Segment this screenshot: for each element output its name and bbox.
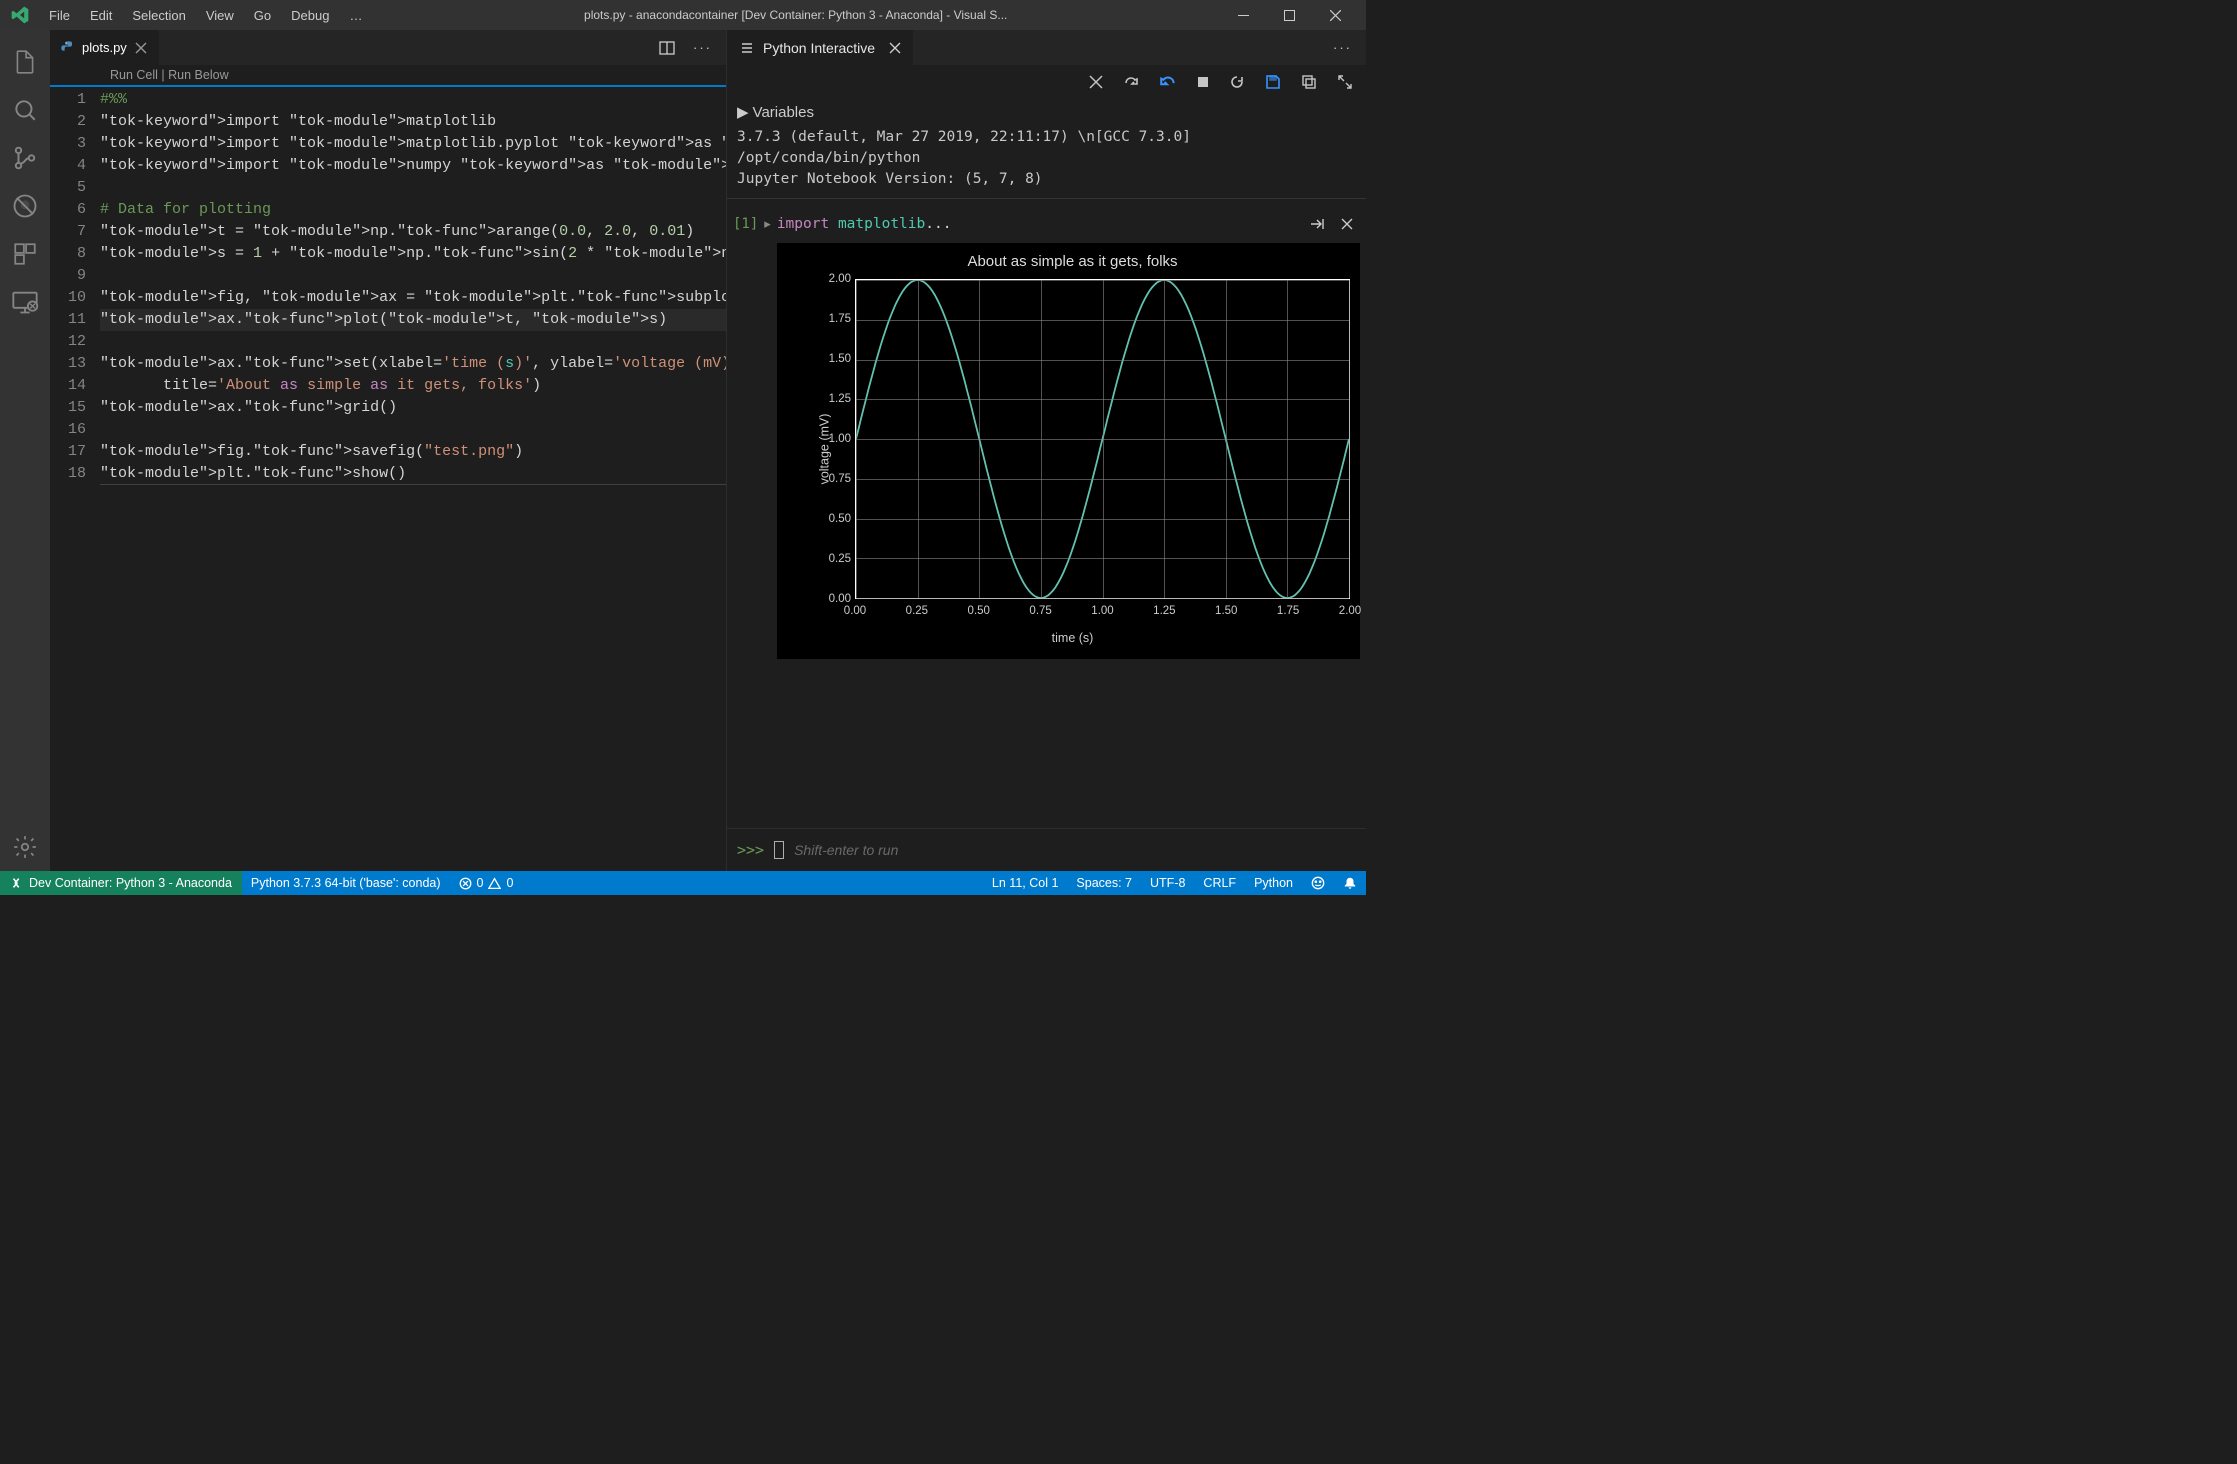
stop-icon[interactable]	[1194, 73, 1212, 91]
menu-file[interactable]: File	[40, 4, 79, 27]
more-actions-icon[interactable]: ···	[1329, 36, 1356, 59]
cell-output: About as simple as it gets, folks voltag…	[777, 243, 1360, 659]
chevron-right-icon[interactable]: ▸	[764, 216, 771, 232]
problems-status[interactable]: 0 0	[450, 871, 523, 895]
plot-xlabel: time (s)	[1052, 631, 1094, 645]
window-title: plots.py - anacondacontainer [Dev Contai…	[371, 8, 1220, 22]
tab-label: Python Interactive	[763, 40, 875, 56]
python-file-icon	[60, 40, 76, 56]
close-icon[interactable]	[133, 40, 149, 56]
menu-edit[interactable]: Edit	[81, 4, 121, 27]
interactive-tabs: Python Interactive ···	[727, 30, 1366, 65]
cell-code-preview[interactable]: import matplotlib...	[777, 216, 952, 232]
source-control-icon[interactable]	[0, 134, 50, 182]
window-controls	[1220, 0, 1358, 30]
interactive-input[interactable]: >>> Shift-enter to run	[727, 828, 1366, 871]
code-content[interactable]: #%%"tok-keyword">import "tok-module">mat…	[100, 87, 726, 871]
vscode-logo-icon	[8, 3, 32, 27]
y-axis: 0.000.250.500.751.001.251.501.752.00	[815, 279, 855, 599]
undo-icon[interactable]	[1156, 70, 1180, 94]
feedback-icon[interactable]	[1302, 871, 1334, 895]
activity-bar	[0, 30, 50, 871]
plot-area	[855, 279, 1350, 599]
menu-overflow[interactable]: …	[340, 4, 371, 27]
settings-gear-icon[interactable]	[0, 823, 50, 871]
python-interactive-tab[interactable]: Python Interactive	[727, 30, 913, 65]
codelens-bar: Run Cell | Run Below	[50, 65, 726, 87]
interactive-toolbar	[727, 65, 1366, 99]
env-line: Jupyter Notebook Version: (5, 7, 8)	[737, 169, 1356, 190]
debug-icon[interactable]	[0, 182, 50, 230]
expand-icon[interactable]	[1334, 71, 1356, 93]
list-icon	[739, 40, 755, 56]
input-cursor	[774, 841, 784, 859]
notifications-icon[interactable]	[1334, 871, 1366, 895]
encoding-status[interactable]: UTF-8	[1141, 871, 1194, 895]
python-env-status[interactable]: Python 3.7.3 64-bit ('base': conda)	[242, 871, 450, 895]
menu-selection[interactable]: Selection	[123, 4, 194, 27]
env-line: 3.7.3 (default, Mar 27 2019, 22:11:17) \…	[737, 127, 1356, 148]
cell-index: [1]	[733, 216, 758, 232]
eol-status[interactable]: CRLF	[1194, 871, 1245, 895]
restart-icon[interactable]	[1226, 71, 1248, 93]
tab-label: plots.py	[82, 40, 127, 55]
search-icon[interactable]	[0, 86, 50, 134]
cell-header: [1] ▸ import matplotlib...	[733, 213, 1360, 243]
indentation-status[interactable]: Spaces: 7	[1067, 871, 1141, 895]
delete-cell-icon[interactable]	[1338, 213, 1356, 235]
maximize-button[interactable]	[1266, 0, 1312, 30]
extensions-icon[interactable]	[0, 230, 50, 278]
remote-indicator[interactable]: Dev Container: Python 3 - Anaconda	[0, 871, 242, 895]
language-mode-status[interactable]: Python	[1245, 871, 1302, 895]
cursor-position-status[interactable]: Ln 11, Col 1	[983, 871, 1067, 895]
line-number-gutter: 123456789101112131415161718	[50, 87, 100, 871]
more-actions-icon[interactable]: ···	[689, 36, 716, 60]
clear-icon[interactable]	[1086, 72, 1106, 92]
env-line: /opt/conda/bin/python	[737, 148, 1356, 169]
export-icon[interactable]	[1298, 71, 1320, 93]
explorer-icon[interactable]	[0, 38, 50, 86]
menu-debug[interactable]: Debug	[282, 4, 338, 27]
plot-figure: About as simple as it gets, folks voltag…	[785, 249, 1360, 649]
input-prompt: >>>	[737, 841, 764, 859]
menu-view[interactable]: View	[197, 4, 243, 27]
close-icon[interactable]	[889, 42, 901, 54]
status-bar: Dev Container: Python 3 - Anaconda Pytho…	[0, 871, 1366, 895]
split-editor-icon[interactable]	[655, 36, 679, 60]
menu-go[interactable]: Go	[245, 4, 280, 27]
main-area: plots.py ··· Run Cell | Run Below 123456…	[0, 30, 1366, 871]
save-icon[interactable]	[1262, 71, 1284, 93]
variables-header[interactable]: ▶ Variables	[727, 99, 1366, 125]
remote-explorer-icon[interactable]	[0, 278, 50, 326]
editor-group: plots.py ··· Run Cell | Run Below 123456…	[50, 30, 726, 871]
editor-tabs: plots.py ···	[50, 30, 726, 65]
minimize-button[interactable]	[1220, 0, 1266, 30]
code-editor[interactable]: 123456789101112131415161718 #%%"tok-keyw…	[50, 87, 726, 871]
run-cell-link[interactable]: Run Cell	[110, 68, 158, 82]
titlebar: File Edit Selection View Go Debug … plot…	[0, 0, 1366, 30]
input-placeholder: Shift-enter to run	[794, 842, 898, 858]
x-axis: 0.000.250.500.751.001.251.501.752.00	[855, 603, 1350, 623]
menu-bar: File Edit Selection View Go Debug …	[40, 4, 371, 27]
plot-title: About as simple as it gets, folks	[785, 249, 1360, 270]
editor-tab-plots[interactable]: plots.py	[50, 30, 160, 65]
variables-label: Variables	[753, 104, 814, 121]
cell-area: [1] ▸ import matplotlib... About as simp…	[727, 199, 1366, 659]
environment-info: 3.7.3 (default, Mar 27 2019, 22:11:17) \…	[727, 125, 1366, 199]
chevron-right-icon: ▶	[737, 103, 749, 121]
redo-icon[interactable]	[1120, 71, 1142, 93]
interactive-panel: Python Interactive ··· ▶ Variables 3.7.3…	[726, 30, 1366, 871]
close-button[interactable]	[1312, 0, 1358, 30]
run-below-link[interactable]: Run Below	[168, 68, 228, 82]
goto-cell-icon[interactable]	[1306, 213, 1328, 235]
